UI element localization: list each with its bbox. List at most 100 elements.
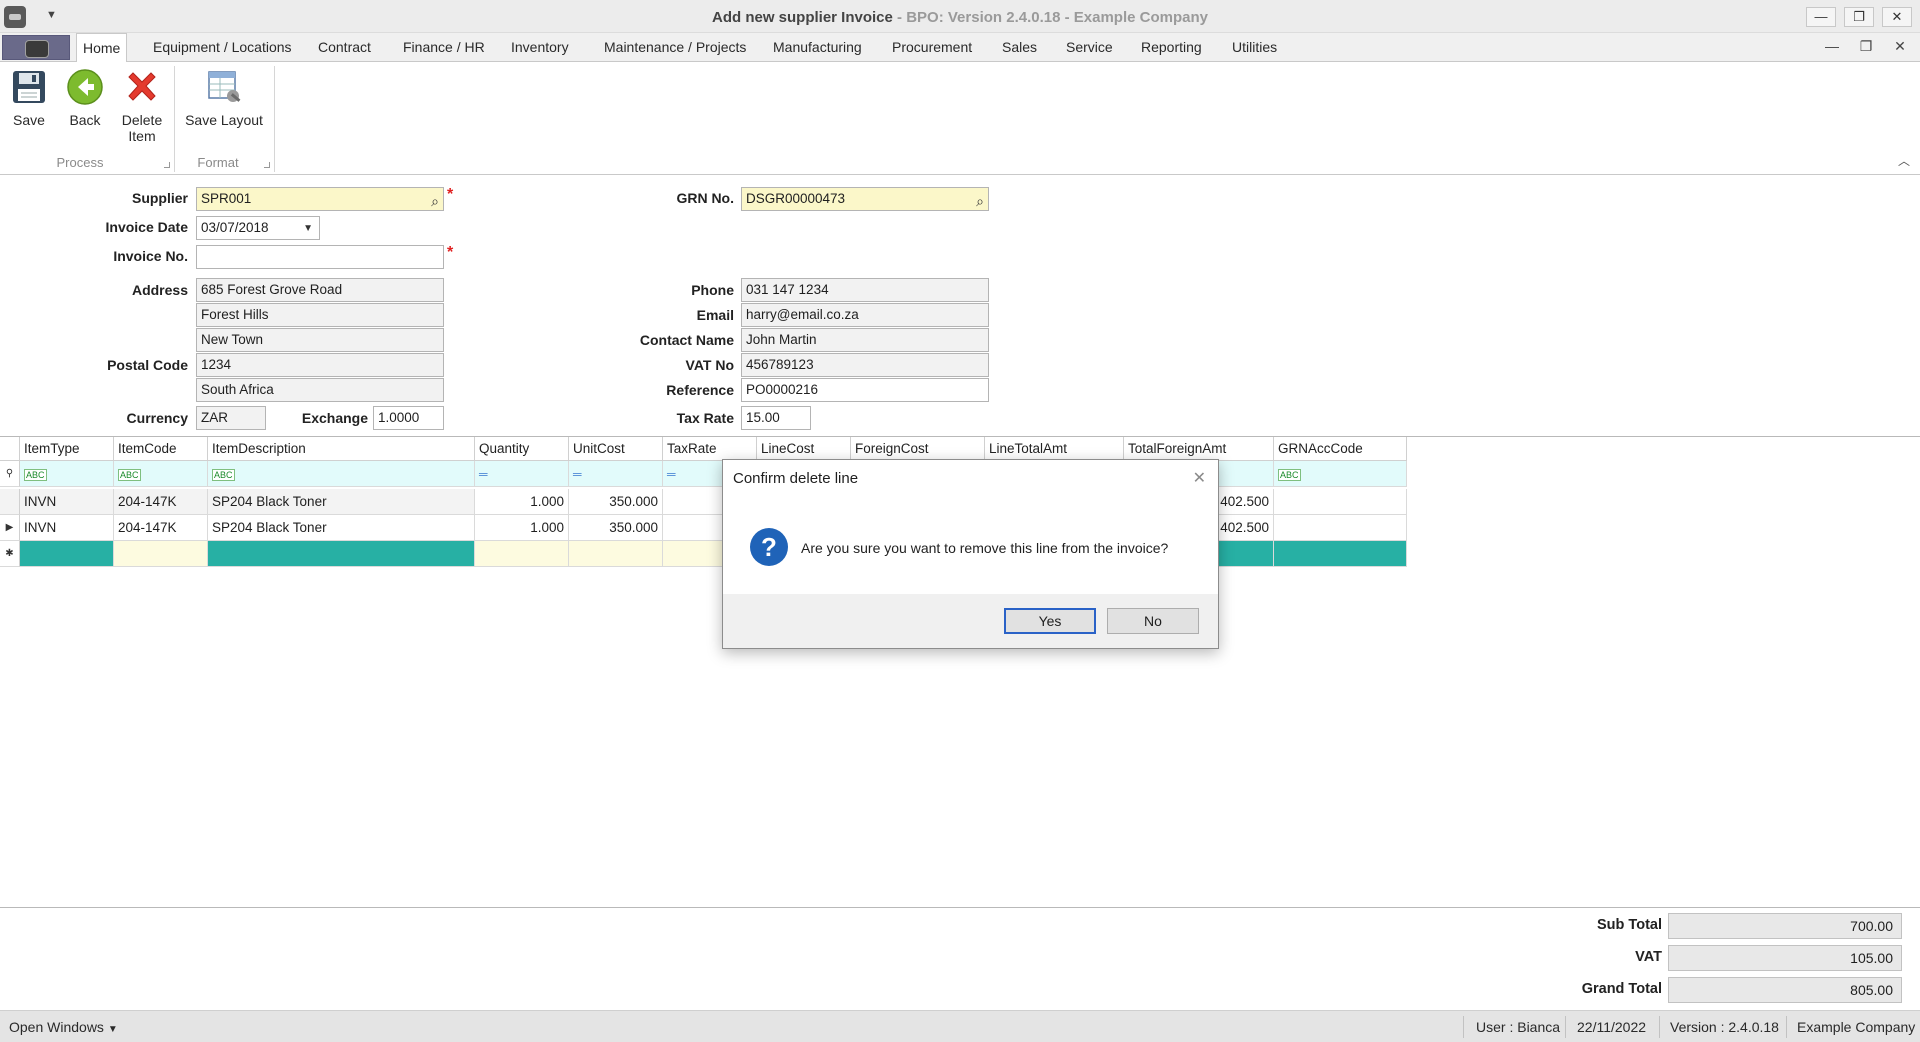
layout-wrench-icon — [205, 68, 243, 106]
restore-button[interactable]: ❐ — [1844, 7, 1874, 27]
exchange-field[interactable]: 1.0000 — [373, 406, 444, 430]
vat-no-label: VAT No — [685, 357, 734, 373]
col-header-grnacccode[interactable]: GRNAccCode — [1274, 437, 1407, 461]
collapse-ribbon-icon[interactable]: ︿ — [1898, 152, 1910, 169]
tab-reporting[interactable]: Reporting — [1135, 33, 1208, 62]
cell-itemtype[interactable]: INVN — [20, 489, 114, 515]
tab-inventory[interactable]: Inventory — [505, 33, 575, 62]
tab-manufacturing[interactable]: Manufacturing — [767, 33, 868, 62]
address-line1-field[interactable]: 685 Forest Grove Road — [196, 278, 444, 302]
cell-itemcode[interactable]: 204-147K — [114, 515, 208, 541]
row-focus-indicator-icon[interactable]: ▶ — [0, 515, 20, 541]
filter-grnacccode[interactable]: ABC — [1274, 461, 1407, 487]
phone-field[interactable]: 031 147 1234 — [741, 278, 989, 302]
col-header-taxrate[interactable]: TaxRate — [663, 437, 757, 461]
delete-item-button[interactable]: Delete Item — [116, 68, 168, 144]
subtotal-label: Sub Total — [1597, 917, 1662, 933]
cell-unitcost[interactable]: 350.000 — [569, 515, 663, 541]
tax-rate-field[interactable]: 15.00 — [741, 406, 811, 430]
delete-x-icon — [123, 68, 161, 106]
cell-quantity[interactable]: 1.000 — [475, 515, 569, 541]
mdi-restore-icon[interactable]: ❐ — [1856, 38, 1876, 55]
cell-itemdescription[interactable]: SP204 Black Toner — [208, 489, 475, 515]
reference-field[interactable]: PO0000216 — [741, 378, 989, 402]
postal-code-field[interactable]: 1234 — [196, 353, 444, 377]
back-button[interactable]: Back — [64, 68, 106, 128]
open-windows-button[interactable]: Open Windows ▼ — [9, 1019, 118, 1035]
col-header-itemdescription[interactable]: ItemDescription — [208, 437, 475, 461]
search-icon[interactable]: ⌕ — [431, 190, 439, 210]
save-label: Save — [13, 112, 45, 128]
dialog-footer: Yes No — [723, 594, 1218, 648]
invoice-date-field[interactable]: 03/07/2018 ▼ — [196, 216, 320, 240]
vat-no-field[interactable]: 456789123 — [741, 353, 989, 377]
tab-procurement[interactable]: Procurement — [886, 33, 978, 62]
filter-itemcode[interactable]: ABC — [114, 461, 208, 487]
dialog-close-icon[interactable]: ✕ — [1193, 468, 1206, 488]
filter-itemdescription[interactable]: ABC — [208, 461, 475, 487]
address-line2-field[interactable]: Forest Hills — [196, 303, 444, 327]
cell-itemdescription[interactable]: SP204 Black Toner — [208, 515, 475, 541]
row-indicator[interactable] — [0, 489, 20, 515]
col-header-itemtype[interactable]: ItemType — [20, 437, 114, 461]
filter-quantity[interactable]: ═ — [475, 461, 569, 487]
filter-unitcost[interactable]: ═ — [569, 461, 663, 487]
close-button[interactable]: ✕ — [1882, 7, 1912, 27]
tab-contract[interactable]: Contract — [312, 33, 377, 62]
col-header-itemcode[interactable]: ItemCode — [114, 437, 208, 461]
cell-itemcode[interactable]: 204-147K — [114, 489, 208, 515]
col-header-quantity[interactable]: Quantity — [475, 437, 569, 461]
cell-grnacccode[interactable] — [1274, 489, 1407, 515]
col-header-linetotalamt[interactable]: LineTotalAmt — [985, 437, 1124, 461]
tab-finance-hr[interactable]: Finance / HR — [397, 33, 491, 62]
new-row-grnacccode[interactable] — [1274, 541, 1407, 567]
col-header-unitcost[interactable]: UnitCost — [569, 437, 663, 461]
format-group-launcher-icon[interactable] — [264, 162, 270, 168]
col-header-linecost[interactable]: LineCost — [757, 437, 851, 461]
currency-field[interactable]: ZAR — [196, 406, 266, 430]
new-row-itemcode[interactable] — [114, 541, 208, 567]
col-header-foreigncost[interactable]: ForeignCost — [851, 437, 985, 461]
filter-itemtype[interactable]: ABC — [20, 461, 114, 487]
cell-grnacccode[interactable] — [1274, 515, 1407, 541]
exchange-label: Exchange — [301, 410, 368, 426]
dialog-message: Are you sure you want to remove this lin… — [801, 540, 1169, 556]
application-menu-button[interactable] — [2, 35, 70, 60]
new-row-itemdescription[interactable] — [208, 541, 475, 567]
chevron-down-icon[interactable]: ▼ — [303, 218, 313, 239]
tab-maintenance-projects[interactable]: Maintenance / Projects — [598, 33, 752, 62]
tab-utilities[interactable]: Utilities — [1226, 33, 1283, 62]
mdi-minimize-icon[interactable]: — — [1822, 38, 1842, 54]
tab-equipment-locations[interactable]: Equipment / Locations — [147, 33, 298, 62]
address-line3-field[interactable]: New Town — [196, 328, 444, 352]
grn-field[interactable]: DSGR00000473 ⌕ — [741, 187, 989, 211]
process-group-launcher-icon[interactable] — [164, 162, 170, 168]
country-field[interactable]: South Africa — [196, 378, 444, 402]
tab-home[interactable]: Home — [76, 33, 128, 63]
vat-total-field: 105.00 — [1668, 945, 1902, 971]
tab-sales[interactable]: Sales — [996, 33, 1043, 62]
save-button[interactable]: Save — [8, 68, 50, 128]
new-row-quantity[interactable] — [475, 541, 569, 567]
no-button[interactable]: No — [1107, 608, 1199, 634]
subtotal-field: 700.00 — [1668, 913, 1902, 939]
minimize-button[interactable]: — — [1806, 7, 1836, 27]
col-header-totalforeignamt[interactable]: TotalForeignAmt — [1124, 437, 1274, 461]
email-field[interactable]: harry@email.co.za — [741, 303, 989, 327]
tax-rate-label: Tax Rate — [676, 410, 734, 426]
new-row-unitcost[interactable] — [569, 541, 663, 567]
contact-name-field[interactable]: John Martin — [741, 328, 989, 352]
cell-unitcost[interactable]: 350.000 — [569, 489, 663, 515]
cell-itemtype[interactable]: INVN — [20, 515, 114, 541]
invoice-no-field[interactable] — [196, 245, 444, 269]
supplier-field[interactable]: SPR001 ⌕ — [196, 187, 444, 211]
confirm-delete-dialog: Confirm delete line ✕ ? Are you sure you… — [722, 459, 1219, 649]
tab-service[interactable]: Service — [1060, 33, 1119, 62]
new-row-indicator-icon[interactable]: ✱ — [0, 541, 20, 567]
search-icon[interactable]: ⌕ — [976, 190, 984, 210]
mdi-close-icon[interactable]: ✕ — [1890, 38, 1910, 55]
yes-button[interactable]: Yes — [1004, 608, 1096, 634]
new-row-itemtype[interactable] — [20, 541, 114, 567]
save-layout-button[interactable]: Save Layout — [184, 68, 264, 128]
cell-quantity[interactable]: 1.000 — [475, 489, 569, 515]
